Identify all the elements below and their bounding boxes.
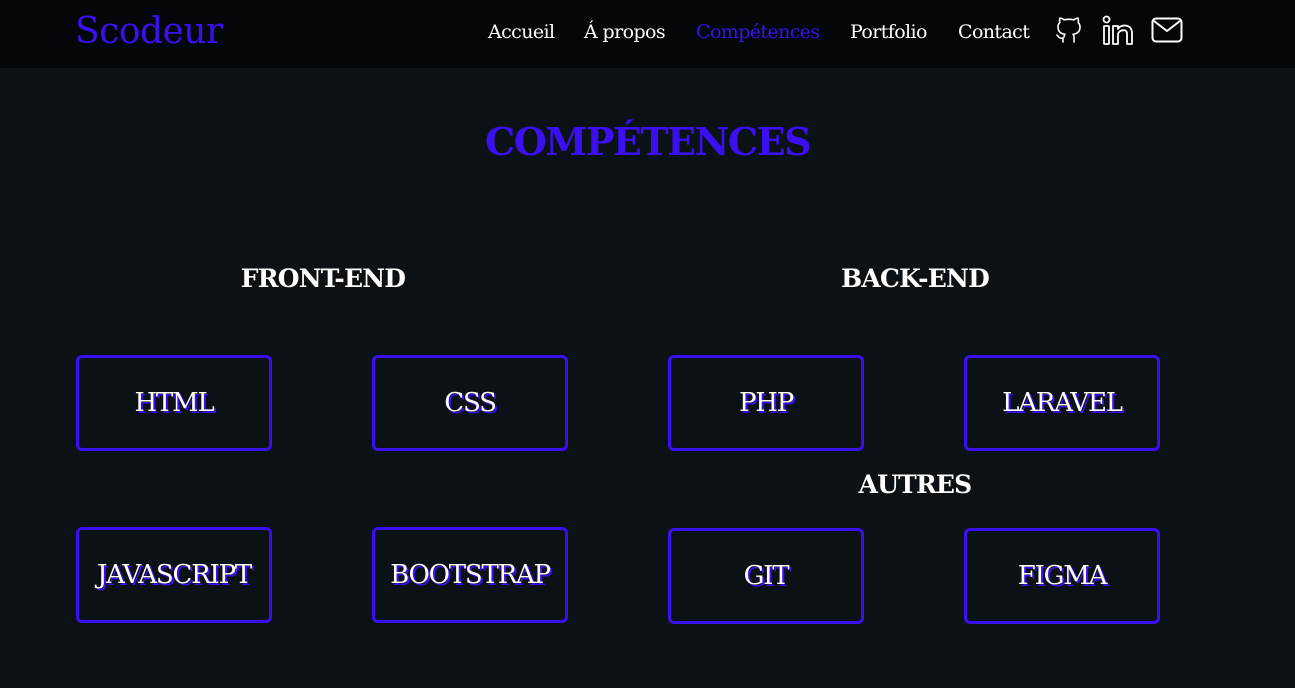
skill-card-laravel: LARAVEL xyxy=(964,355,1160,451)
front-end-title: FRONT-END xyxy=(240,264,406,293)
skill-card-javascript: JAVASCRIPT xyxy=(76,527,272,623)
skill-label: BOOTSTRAP xyxy=(390,560,551,590)
skill-label: FIGMA xyxy=(1017,561,1108,591)
linkedin-icon[interactable] xyxy=(1102,14,1134,46)
navbar: Scodeur Accueil Á propos Compétences Por… xyxy=(0,0,1295,68)
skill-card-php: PHP xyxy=(668,355,864,451)
skill-label: HTML xyxy=(134,388,214,418)
skill-label: CSS xyxy=(444,388,497,418)
skill-card-css: CSS xyxy=(372,355,568,451)
brand-logo[interactable]: Scodeur xyxy=(75,10,223,54)
skill-label: GIT xyxy=(743,561,790,591)
github-icon[interactable] xyxy=(1053,14,1085,46)
nav-link-contact[interactable]: Contact xyxy=(958,20,1030,44)
section-title: COMPÉTENCES xyxy=(484,119,812,164)
skill-card-html: HTML xyxy=(76,355,272,451)
nav-link-portfolio[interactable]: Portfolio xyxy=(850,20,927,44)
skill-card-git: GIT xyxy=(668,528,864,624)
nav-link-a-propos[interactable]: Á propos xyxy=(584,20,666,44)
skill-label: PHP xyxy=(738,388,794,418)
skill-card-bootstrap: BOOTSTRAP xyxy=(372,527,568,623)
skill-card-figma: FIGMA xyxy=(964,528,1160,624)
skill-label: LARAVEL xyxy=(1002,388,1123,418)
skill-label: JAVASCRIPT xyxy=(96,560,252,590)
back-end-title: BACK-END xyxy=(841,264,990,293)
others-title: AUTRES xyxy=(858,470,973,499)
mail-icon[interactable] xyxy=(1151,14,1183,46)
nav-link-accueil[interactable]: Accueil xyxy=(488,20,555,44)
nav-link-competences[interactable]: Compétences xyxy=(696,20,820,44)
